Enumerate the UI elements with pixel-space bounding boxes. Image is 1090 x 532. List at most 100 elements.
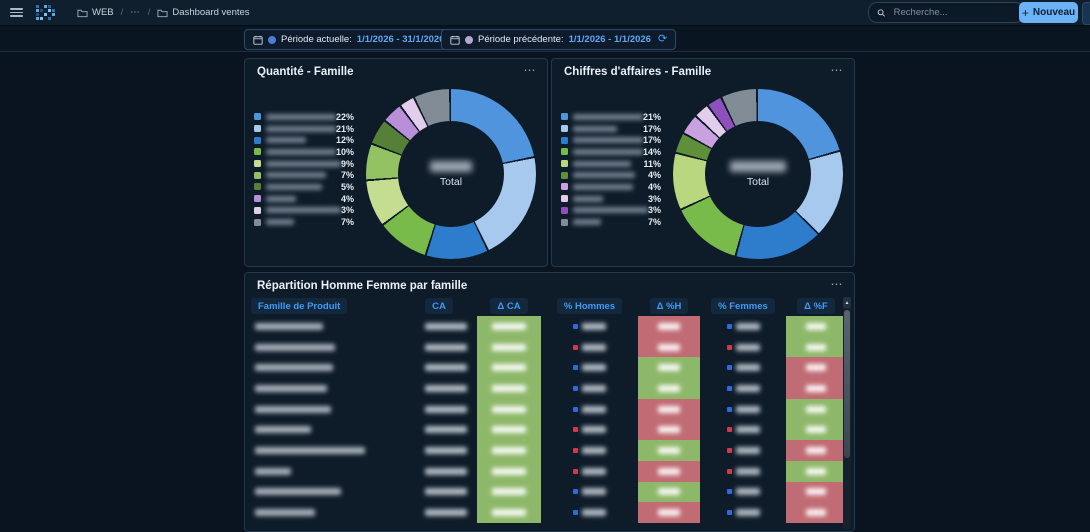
card-menu-icon[interactable]: ⋯ [831,277,845,291]
legend-label-redacted [266,172,326,179]
card-chiffres-affaires-famille: Chiffres d'affaires - Famille ⋯ 21% 17% 17… [551,58,855,267]
app-logo[interactable] [35,4,55,22]
cell-pct-femmes [700,461,786,482]
legend-percent: 21% [335,123,354,134]
legend-item[interactable]: 7% [254,216,354,228]
cell-famille-redacted [251,357,401,378]
new-button[interactable]: + Nouveau [1019,2,1078,23]
table-row[interactable] [251,460,846,482]
legend-label-redacted [266,113,336,120]
legend-label-redacted [573,125,617,132]
cell-delta-pct-hommes [638,460,700,482]
card-title: Chiffres d'affaires - Famille [564,66,712,78]
table-row[interactable] [251,336,846,358]
scrollbar-up-arrow[interactable]: ▲ [843,297,851,308]
legend-item[interactable]: 10% [254,146,354,158]
cell-ca-redacted [401,378,477,399]
card-menu-icon[interactable]: ⋯ [831,63,845,77]
legend-label-redacted [266,219,294,226]
legend-item[interactable]: 9% [254,158,354,170]
legend-item[interactable]: 14% [561,146,661,158]
trend-dot [573,385,578,391]
filter-periode-precedente[interactable]: Période précédente: 1/1/2026 - 1/1/2026 … [441,29,677,50]
cell-delta-pct-hommes [638,440,700,461]
legend-item[interactable]: 7% [254,169,354,181]
legend-item[interactable]: 4% [561,181,661,193]
trend-dot [573,489,578,495]
column-header[interactable]: % Femmes [711,298,775,314]
column-header[interactable]: Δ CA [490,298,528,314]
cell-famille-redacted [251,337,401,358]
trend-dot [573,468,578,474]
legend-item[interactable]: 3% [561,205,661,217]
table-row[interactable] [251,357,846,379]
total-label: Total [439,175,463,188]
table-body [251,316,846,523]
donut-chart[interactable]: Total [673,89,843,259]
table-row[interactable] [251,440,846,461]
legend-item[interactable]: 3% [561,193,661,205]
table-header-row: Famille de Produit CA Δ CA % Hommes Δ %H % Fe… [251,297,846,315]
legend-percent: 3% [647,205,661,216]
scrollbar-thumb[interactable] [844,310,850,458]
cell-pct-hommes [541,337,638,358]
legend-color-swatch [254,183,261,191]
donut-chart[interactable]: Total [366,89,536,259]
menu-icon[interactable] [10,8,23,17]
table-row[interactable] [251,398,846,420]
breadcrumb-item-dashboard-ventes[interactable]: Dashboard ventes [157,7,250,18]
trend-dot [573,510,578,516]
edge-button-partial[interactable] [1082,2,1090,25]
table-row[interactable] [251,481,846,503]
legend-item[interactable]: 21% [561,111,661,123]
legend-item[interactable]: 22% [254,111,354,123]
legend-item[interactable]: 5% [254,181,354,193]
breadcrumb-ellipsis[interactable]: ⋯ [130,7,141,18]
cell-delta-pct-femmes [786,502,846,523]
legend-percent: 12% [335,135,354,146]
breadcrumb-item-web[interactable]: WEB [77,7,114,18]
legend-item[interactable]: 17% [561,134,661,146]
search-box[interactable] [868,2,1024,23]
cell-ca-redacted [401,316,477,337]
card-menu-icon[interactable]: ⋯ [524,63,538,77]
vertical-scrollbar[interactable]: ▲ [843,297,851,529]
column-header[interactable]: % Hommes [556,298,623,314]
legend-percent: 4% [647,170,661,181]
cell-famille-redacted [251,316,401,337]
column-header[interactable]: CA [425,298,453,314]
search-input[interactable] [891,6,1015,19]
column-header[interactable]: Δ %H [649,298,689,314]
legend-item[interactable]: 11% [561,158,661,170]
legend-item[interactable]: 17% [561,123,661,135]
legend-percent: 4% [340,193,354,204]
column-header[interactable]: Famille de Produit [251,298,348,314]
legend-label-redacted [573,172,635,179]
folder-icon [157,9,168,17]
legend-color-swatch [561,113,568,121]
table-row[interactable] [251,378,846,399]
legend-label-redacted [573,183,633,190]
cell-famille-redacted [251,419,401,440]
refresh-icon[interactable]: ⟳ [658,34,667,45]
cell-delta-ca [477,316,541,337]
table-row[interactable] [251,316,846,337]
legend-item[interactable]: 3% [254,205,354,217]
filter-periode-actuelle[interactable]: Période actuelle: 1/1/2026 - 31/1/2026 ⟳ [244,29,470,50]
legend-item[interactable]: 12% [254,134,354,146]
column-header[interactable]: Δ %F [797,298,835,314]
cell-delta-pct-hommes [638,378,700,399]
trend-dot [573,365,578,371]
cell-pct-hommes [541,502,638,523]
cell-pct-femmes [700,440,786,461]
legend-item[interactable]: 4% [254,193,354,205]
legend-item[interactable]: 4% [561,169,661,181]
table-row[interactable] [251,419,846,441]
table-row[interactable] [251,502,846,523]
breadcrumb-separator: / [120,7,124,18]
legend-label-redacted [573,219,601,226]
cell-famille-redacted [251,440,401,461]
legend-item[interactable]: 7% [561,216,661,228]
legend-item[interactable]: 21% [254,123,354,135]
legend-label-redacted [266,125,336,132]
